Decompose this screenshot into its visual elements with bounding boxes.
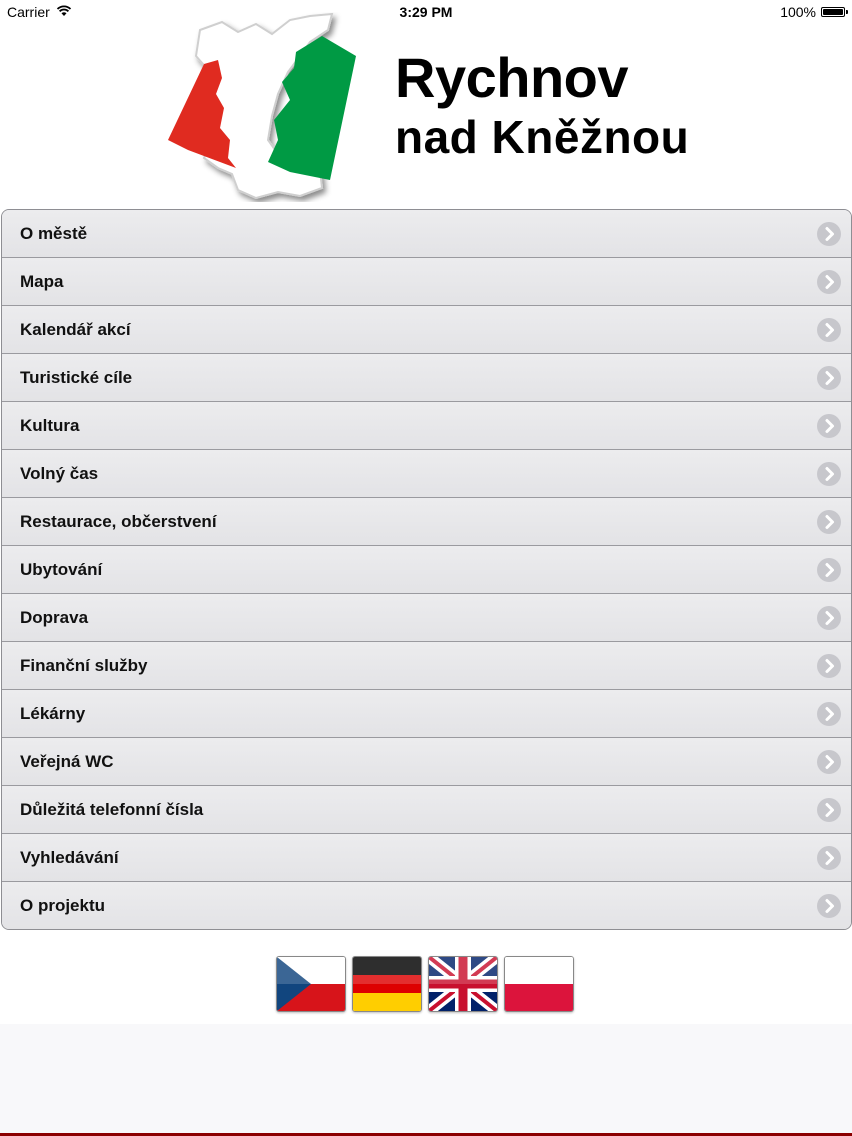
- menu-item[interactable]: Finanční služby: [2, 641, 851, 689]
- menu-item[interactable]: Kalendář akcí: [2, 305, 851, 353]
- menu-item-label: Mapa: [20, 272, 64, 291]
- menu-item[interactable]: O projektu: [2, 881, 851, 929]
- chevron-right-icon: [817, 270, 841, 294]
- menu-item-label: Turistické cíle: [20, 368, 133, 387]
- battery-percent: 100%: [780, 4, 816, 20]
- uk-flag-icon[interactable]: [428, 956, 498, 1012]
- polish-flag-icon[interactable]: [504, 956, 574, 1012]
- chevron-right-icon: [817, 606, 841, 630]
- menu-item-label: Důležitá telefonní čísla: [20, 800, 204, 819]
- menu-item-label: Ubytování: [20, 560, 103, 579]
- chevron-right-icon: [817, 318, 841, 342]
- menu-item[interactable]: Volný čas: [2, 449, 851, 497]
- chevron-right-icon: [817, 702, 841, 726]
- german-flag-icon[interactable]: [352, 956, 422, 1012]
- chevron-right-icon: [817, 750, 841, 774]
- chevron-right-icon: [817, 558, 841, 582]
- app-logo: Rychnov nad Kněžnou: [160, 12, 700, 202]
- menu-item[interactable]: O městě: [2, 210, 851, 257]
- menu-item[interactable]: Ubytování: [2, 545, 851, 593]
- chevron-right-icon: [817, 846, 841, 870]
- footer-area: [0, 1024, 852, 1133]
- app-title: Rychnov: [395, 46, 629, 109]
- menu-item-label: O městě: [20, 224, 88, 243]
- chevron-right-icon: [817, 798, 841, 822]
- menu-item[interactable]: Mapa: [2, 257, 851, 305]
- chevron-right-icon: [817, 654, 841, 678]
- menu-item[interactable]: Turistické cíle: [2, 353, 851, 401]
- chevron-right-icon: [817, 222, 841, 246]
- chevron-right-icon: [817, 414, 841, 438]
- menu-item[interactable]: Vyhledávání: [2, 833, 851, 881]
- czech-flag-icon[interactable]: [276, 956, 346, 1012]
- menu-item-label: Restaurace, občerstvení: [20, 512, 217, 531]
- app-subtitle: nad Kněžnou: [395, 111, 690, 163]
- menu-item-label: Kalendář akcí: [20, 320, 131, 339]
- menu-item-label: O projektu: [20, 896, 106, 915]
- menu-item-label: Lékárny: [20, 704, 86, 723]
- menu-item[interactable]: Restaurace, občerstvení: [2, 497, 851, 545]
- menu-item-label: Vyhledávání: [20, 848, 119, 867]
- menu-item-label: Veřejná WC: [20, 752, 114, 771]
- chevron-right-icon: [817, 462, 841, 486]
- menu-item[interactable]: Doprava: [2, 593, 851, 641]
- menu-item-label: Finanční služby: [20, 656, 148, 675]
- chevron-right-icon: [817, 510, 841, 534]
- menu-item-label: Doprava: [20, 608, 89, 627]
- menu-item[interactable]: Lékárny: [2, 689, 851, 737]
- menu-item-label: Volný čas: [20, 464, 99, 483]
- chevron-right-icon: [817, 894, 841, 918]
- district-map-logo: [168, 12, 356, 200]
- chevron-right-icon: [817, 366, 841, 390]
- menu-item[interactable]: Veřejná WC: [2, 737, 851, 785]
- main-menu: O městě Mapa Kalendář akcí Turistické cíle K…: [1, 209, 852, 930]
- menu-item[interactable]: Kultura: [2, 401, 851, 449]
- menu-item-label: Kultura: [20, 416, 80, 435]
- battery-icon: [821, 7, 848, 17]
- menu-item[interactable]: Důležitá telefonní čísla: [2, 785, 851, 833]
